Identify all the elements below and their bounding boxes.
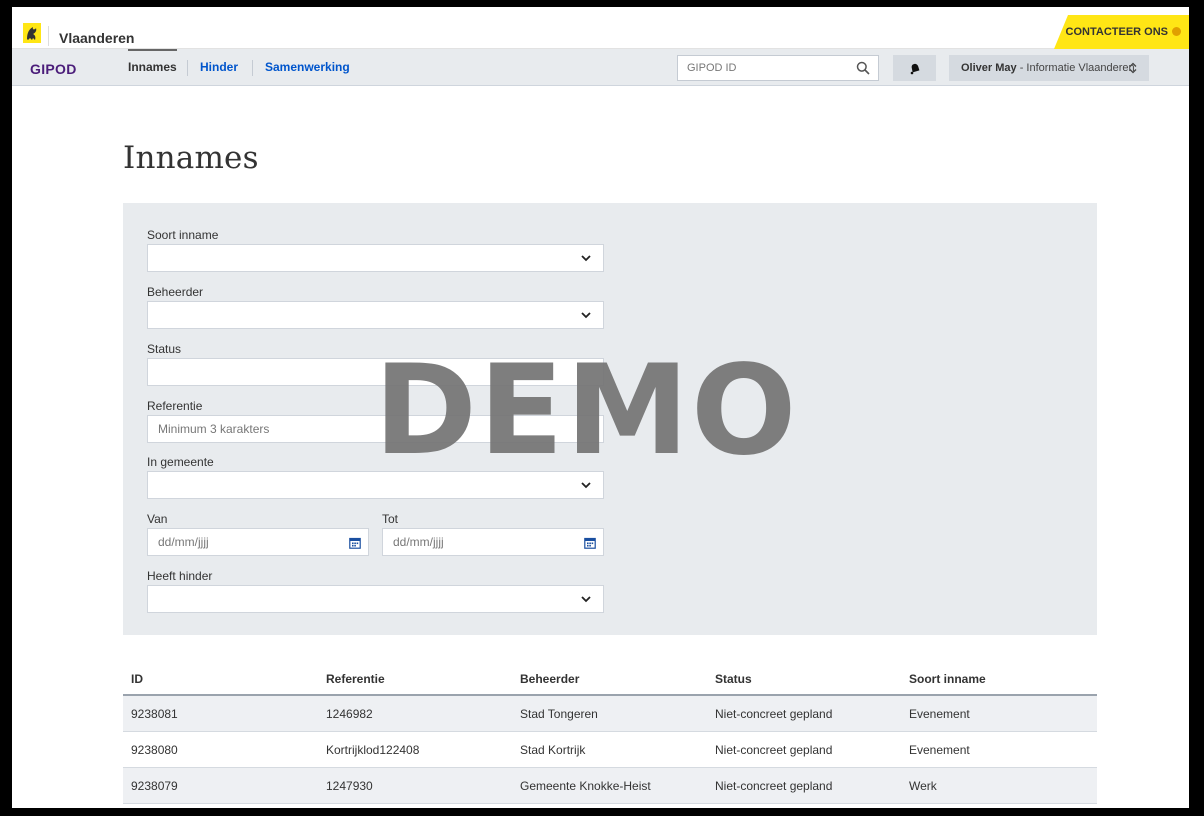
table-row[interactable]: 9238080 Kortrijklod122408 Stad Kortrijk … (123, 732, 1097, 768)
status-label: Status (147, 342, 182, 356)
contact-label: CONTACTEER ONS (1065, 26, 1168, 38)
page-title: Innames (123, 140, 259, 176)
van-date-field (147, 528, 369, 556)
gemeente-label: In gemeente (147, 455, 214, 469)
cell-referentie: 1246982 (326, 707, 373, 721)
cell-id: 9238080 (131, 743, 178, 757)
column-header-referentie[interactable]: Referentie (326, 672, 385, 686)
app-name[interactable]: GIPOD (30, 61, 77, 77)
van-label: Van (147, 512, 168, 526)
gemeente-value (148, 472, 603, 498)
flemish-lion-logo-icon[interactable] (23, 23, 41, 43)
cell-id: 9238081 (131, 707, 178, 721)
gipod-search (677, 55, 879, 81)
status-select[interactable] (147, 358, 604, 386)
cell-soort-inname: Evenement (909, 743, 970, 757)
brand-separator (48, 26, 49, 46)
hinder-label: Heeft hinder (147, 569, 213, 583)
hinder-select[interactable] (147, 585, 604, 613)
hinder-value (148, 586, 603, 612)
cell-referentie: 1247930 (326, 779, 373, 793)
cell-status: Niet-concreet gepland (715, 707, 833, 721)
cell-soort-inname: Evenement (909, 707, 970, 721)
gemeente-select[interactable] (147, 471, 604, 499)
browser-viewport: Vlaanderen CONTACTEER ONS GIPOD Innames … (12, 7, 1189, 808)
tot-date-field (382, 528, 604, 556)
calendar-icon[interactable] (584, 537, 596, 549)
chevron-down-icon (581, 312, 591, 319)
contact-button[interactable]: CONTACTEER ONS (1054, 15, 1189, 49)
brand-name[interactable]: Vlaanderen (59, 30, 134, 46)
column-header-status[interactable]: Status (715, 672, 752, 686)
chevron-down-icon (581, 596, 591, 603)
user-organisation: - Informatie Vlaanderen (1016, 62, 1135, 74)
filter-panel: Soort inname Beheerder Status Referentie… (123, 203, 1097, 635)
column-header-beheerder[interactable]: Beheerder (520, 672, 579, 686)
van-date-input[interactable] (148, 529, 338, 555)
soort-inname-label: Soort inname (147, 228, 219, 242)
beheerder-select[interactable] (147, 301, 604, 329)
table-row[interactable]: 9238079 1247930 Gemeente Knokke-Heist Ni… (123, 768, 1097, 804)
cell-beheerder: Stad Tongeren (520, 707, 598, 721)
brand-header: Vlaanderen CONTACTEER ONS (12, 15, 1189, 49)
notifications-button[interactable] (893, 55, 936, 81)
nav-separator (252, 60, 253, 76)
cell-beheerder: Gemeente Knokke-Heist (520, 779, 651, 793)
cell-status: Niet-concreet gepland (715, 743, 833, 757)
chevron-down-icon (581, 482, 591, 489)
chevron-up-down-icon (1129, 62, 1137, 74)
table-header: ID Referentie Beheerder Status Soort inn… (123, 662, 1097, 696)
app-navbar: GIPOD Innames Hinder Samenwerking Oliver… (12, 49, 1189, 86)
user-name: Oliver May (961, 62, 1017, 74)
column-header-soort-inname[interactable]: Soort inname (909, 672, 986, 686)
calendar-icon[interactable] (349, 537, 361, 549)
referentie-input[interactable] (148, 416, 603, 442)
tot-date-input[interactable] (383, 529, 573, 555)
tab-samenwerking[interactable]: Samenwerking (265, 49, 350, 86)
results-table: ID Referentie Beheerder Status Soort inn… (123, 662, 1097, 804)
column-header-id[interactable]: ID (131, 672, 143, 686)
bell-icon (910, 63, 920, 75)
referentie-field (147, 415, 604, 443)
contact-dot-icon (1172, 27, 1181, 36)
cell-beheerder: Stad Kortrijk (520, 743, 586, 757)
referentie-label: Referentie (147, 399, 203, 413)
table-row[interactable]: 9238081 1246982 Stad Tongeren Niet-concr… (123, 696, 1097, 732)
soort-inname-value (148, 245, 603, 271)
user-menu-button[interactable]: Oliver May - Informatie Vlaanderen (949, 55, 1149, 81)
tab-innames[interactable]: Innames (128, 49, 177, 86)
cell-referentie: Kortrijklod122408 (326, 743, 420, 757)
cell-id: 9238079 (131, 779, 178, 793)
cell-status: Niet-concreet gepland (715, 779, 833, 793)
search-icon[interactable] (856, 61, 870, 75)
beheerder-label: Beheerder (147, 285, 204, 299)
cell-soort-inname: Werk (909, 779, 937, 793)
chevron-down-icon (581, 255, 591, 262)
beheerder-value (148, 302, 603, 328)
soort-inname-select[interactable] (147, 244, 604, 272)
status-value (148, 359, 603, 385)
nav-separator (187, 60, 188, 76)
tab-hinder[interactable]: Hinder (200, 49, 238, 86)
gipod-id-search-input[interactable] (678, 56, 848, 80)
tot-label: Tot (382, 512, 399, 526)
